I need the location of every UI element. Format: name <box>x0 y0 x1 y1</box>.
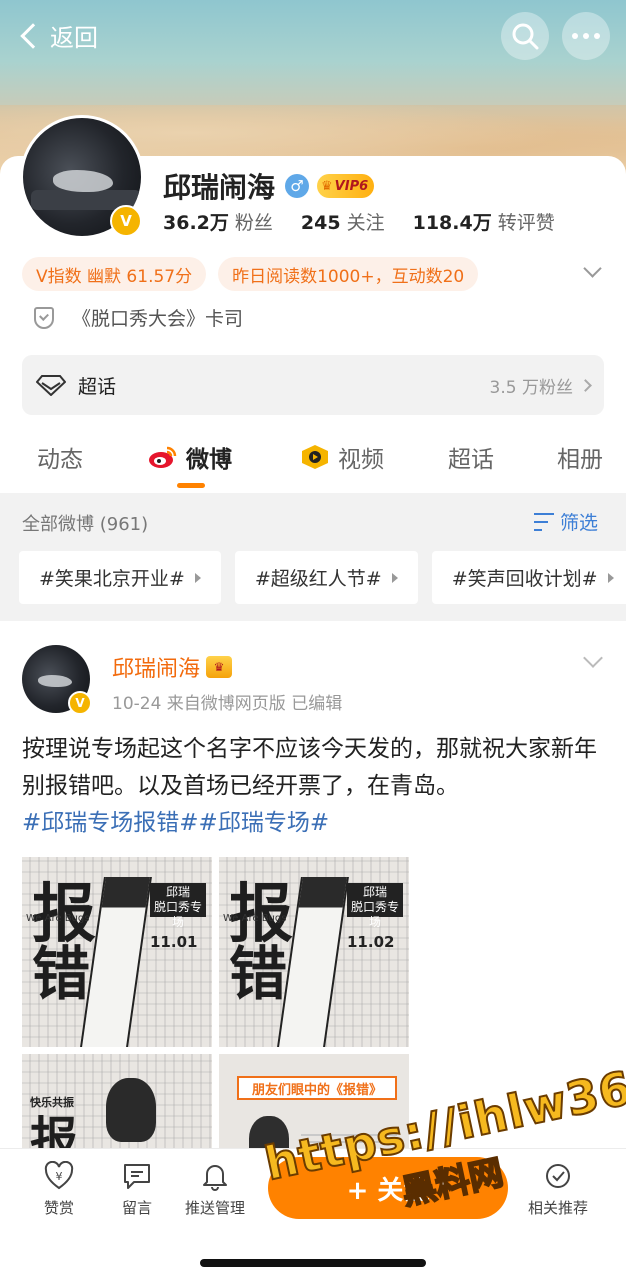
post-meta: 10-24 来自微博网页版 已编辑 <box>112 694 343 714</box>
related-button[interactable]: 相关推荐 <box>518 1161 598 1218</box>
topic-chips: #笑果北京开业# #超级红人节# #笑声回收计划# <box>19 551 626 604</box>
diamond-icon <box>35 374 67 397</box>
post-author-row: 邱瑞闹海 ♛ <box>112 651 233 683</box>
search-icon <box>512 23 539 50</box>
profile-tags: V指数 幽默 61.57分 昨日阅读数1000+，互动数20 <box>22 257 479 291</box>
chevron-right-icon <box>579 378 592 392</box>
verified-badge-icon: V <box>110 205 142 237</box>
reads-tag[interactable]: 昨日阅读数1000+，互动数20 <box>218 257 479 291</box>
weibo-icon <box>149 446 177 468</box>
post-image-poster-1102[interactable]: 报 We Are Bugs 错 邱瑞 脱口秀专场 11.02 <box>219 857 409 1047</box>
male-gender-icon: ♂ <box>285 174 310 198</box>
profile-stats: 36.2万 粉丝 245 关注 118.4万 转评赞 <box>163 208 555 235</box>
feed-header: 全部微博 (961) 筛选 #笑果北京开业# #超级红人节# #笑声回收计划# <box>0 493 626 621</box>
tab-album[interactable]: 相册 <box>557 440 603 474</box>
video-icon <box>302 445 328 469</box>
crown-icon: ♛ <box>321 178 333 194</box>
supertopic-fans: 3.5 万粉丝 <box>490 373 592 398</box>
play-triangle-icon <box>194 572 201 583</box>
topic-chip[interactable]: #笑果北京开业# <box>19 551 221 604</box>
play-triangle-icon <box>607 572 614 583</box>
following-stat[interactable]: 245 关注 <box>301 208 385 235</box>
v-index-tag[interactable]: V指数 幽默 61.57分 <box>22 257 207 291</box>
profile-name-row: 邱瑞闹海 ♂ ♛ VIP6 <box>163 166 375 206</box>
supertopic-label: 超话 <box>78 375 117 398</box>
reposts-stat[interactable]: 118.4万 转评赞 <box>413 208 555 235</box>
bottom-toolbar: ¥ 赞赏 留言 推送管理 + 关注 相关推荐 <box>0 1148 626 1280</box>
followers-stat[interactable]: 36.2万 粉丝 <box>163 208 273 235</box>
push-settings-button[interactable]: 推送管理 <box>175 1161 255 1218</box>
back-chevron-icon <box>20 22 46 49</box>
post-author[interactable]: 邱瑞闹海 <box>112 651 200 683</box>
profile-description: 《脱口秀大会》卡司 <box>34 304 243 331</box>
post-menu-chevron-icon[interactable] <box>583 648 603 668</box>
supertopic-entry[interactable]: 超话 3.5 万粉丝 <box>22 355 604 415</box>
more-button[interactable] <box>562 12 610 60</box>
comment-icon <box>124 1164 150 1189</box>
topic-chip[interactable]: #笑声回收计划# <box>431 551 626 604</box>
follow-button[interactable]: + 关注 <box>268 1157 508 1219</box>
active-tab-indicator <box>177 483 205 488</box>
weibo-post: V 邱瑞闹海 ♛ 10-24 来自微博网页版 已编辑 按理说专场起这个名字不应该… <box>0 621 626 1161</box>
feed-count: 全部微博 (961) <box>22 514 149 535</box>
description-text: 《脱口秀大会》卡司 <box>72 308 244 330</box>
filter-icon <box>534 512 554 531</box>
tab-supertopic[interactable]: 超话 <box>448 440 494 474</box>
tab-video[interactable]: 视频 <box>300 440 384 474</box>
post-text: 按理说专场起这个名字不应该今天发的，那就祝大家新年别报错吧。以及首场已经开票了，… <box>22 731 606 842</box>
search-button[interactable] <box>501 12 549 60</box>
comment-button[interactable]: 留言 <box>97 1161 177 1218</box>
related-icon <box>546 1164 570 1188</box>
yuan-coin-icon: ¥ <box>44 1161 74 1190</box>
svg-text:¥: ¥ <box>56 1170 63 1183</box>
vip-badge[interactable]: ♛ VIP6 <box>317 174 375 198</box>
post-image-poster-1101[interactable]: 报 We Are Bugs 错 邱瑞 脱口秀专场 11.01 <box>22 857 212 1047</box>
tab-dynamic[interactable]: 动态 <box>37 440 83 474</box>
verified-badge-icon: V <box>68 691 92 715</box>
reward-button[interactable]: ¥ 赞赏 <box>19 1161 99 1218</box>
tab-weibo[interactable]: 微博 <box>148 440 232 474</box>
bell-icon <box>203 1165 227 1191</box>
shield-icon <box>34 306 54 329</box>
post-image-brand[interactable]: 快乐共振 报 <box>22 1054 212 1148</box>
profile-name: 邱瑞闹海 <box>163 171 276 204</box>
post-image-friends[interactable]: 朋友们眼中的《报错》 <box>219 1054 409 1148</box>
more-icon <box>572 33 600 39</box>
filter-button[interactable]: 筛选 <box>534 508 598 535</box>
post-topics[interactable]: #邱瑞专场报错##邱瑞专场# <box>22 810 329 836</box>
crown-icon: ♛ <box>206 656 233 678</box>
back-button[interactable]: 返回 <box>18 18 98 53</box>
back-label: 返回 <box>50 24 98 52</box>
post-body: 按理说专场起这个名字不应该今天发的，那就祝大家新年别报错吧。以及首场已经开票了，… <box>22 736 597 799</box>
play-triangle-icon <box>391 572 398 583</box>
home-indicator[interactable] <box>200 1259 426 1267</box>
topic-chip[interactable]: #超级红人节# <box>234 551 418 604</box>
profile-tabs: 动态 微博 视频 超话 相册 <box>0 430 626 492</box>
